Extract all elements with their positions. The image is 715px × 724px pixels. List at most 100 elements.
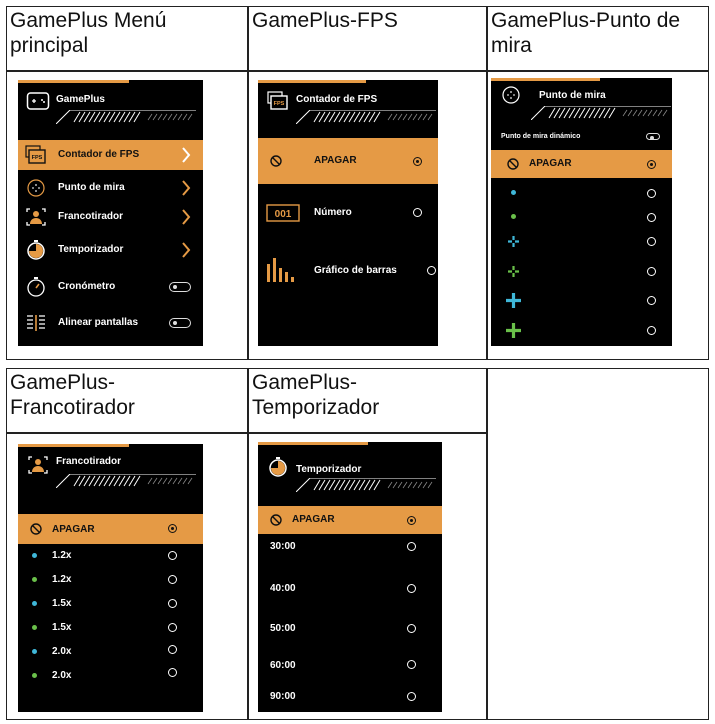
- timer-option[interactable]: 40:00: [258, 578, 442, 602]
- cyan-dot-icon: [32, 553, 37, 558]
- bar-graph-icon: [267, 258, 294, 282]
- option-label: 1.2x: [52, 550, 72, 561]
- sniper-option[interactable]: 1.2x: [18, 568, 203, 592]
- radio-selected[interactable]: [413, 157, 422, 166]
- fps-counter-icon: FPS: [267, 91, 288, 110]
- radio-unselected[interactable]: [647, 189, 656, 198]
- dynamic-crosshair-toggle[interactable]: [646, 133, 660, 140]
- timer-option[interactable]: 30:00: [258, 536, 442, 560]
- menu-item-crosshair[interactable]: Punto de mira: [18, 173, 203, 203]
- number-icon: 001: [266, 204, 300, 222]
- radio-selected[interactable]: [407, 516, 416, 525]
- cyan-large-cross-icon: [506, 293, 521, 308]
- timer-cell: GamePlus- Temporizador: [248, 368, 486, 432]
- off-icon: [30, 523, 42, 535]
- sniper-option[interactable]: 2.0x: [18, 640, 203, 664]
- green-dot-icon: [32, 625, 37, 630]
- crosshair-option-cyan-dot[interactable]: [491, 182, 672, 206]
- fps-caption: GamePlus-FPS: [252, 9, 398, 32]
- crosshair-option-cyan-large-cross[interactable]: [491, 288, 672, 314]
- radio-unselected[interactable]: [647, 213, 656, 222]
- sniper-option[interactable]: 1.5x: [18, 616, 203, 640]
- radio-unselected[interactable]: [407, 584, 416, 593]
- radio-unselected[interactable]: [168, 623, 177, 632]
- radio-unselected[interactable]: [168, 645, 177, 654]
- crosshair-option-off[interactable]: APAGAR: [491, 150, 672, 178]
- menu-item-label: Alinear pantallas: [58, 317, 139, 328]
- radio-selected[interactable]: [168, 524, 177, 533]
- chevron-right-icon: [182, 147, 191, 163]
- radio-selected[interactable]: [647, 160, 656, 169]
- radio-unselected[interactable]: [407, 660, 416, 669]
- crosshair-panel: Punto de mira Punto de mira dinámico APA…: [491, 78, 672, 346]
- stopwatch-toggle[interactable]: [169, 282, 191, 292]
- header-stripe: [296, 110, 436, 124]
- fps-option-bar-graph[interactable]: Gráfico de barras: [258, 256, 438, 286]
- panel-title: Temporizador: [296, 464, 362, 475]
- radio-unselected[interactable]: [168, 599, 177, 608]
- menu-item-sniper[interactable]: Francotirador: [18, 202, 203, 232]
- menu-item-timer[interactable]: Temporizador: [18, 235, 203, 265]
- option-label: 50:00: [270, 623, 296, 634]
- header-stripe: [56, 110, 196, 124]
- panel-header: Punto de mira: [491, 78, 672, 124]
- crosshair-caption: GamePlus-Punto de mira: [491, 9, 681, 57]
- sniper-caption: GamePlus- Francotirador: [10, 371, 135, 419]
- sniper-option[interactable]: 1.2x: [18, 544, 203, 568]
- off-icon: [507, 158, 519, 170]
- radio-unselected[interactable]: [407, 542, 416, 551]
- green-cross-icon: [508, 266, 519, 277]
- menu-item-fps-counter[interactable]: FPS Contador de FPS: [18, 140, 203, 170]
- off-icon: [270, 155, 282, 167]
- align-screens-toggle[interactable]: [169, 318, 191, 328]
- radio-unselected[interactable]: [407, 692, 416, 701]
- option-label: APAGAR: [292, 514, 335, 525]
- option-label: 40:00: [270, 583, 296, 594]
- radio-unselected[interactable]: [168, 668, 177, 677]
- radio-unselected[interactable]: [407, 624, 416, 633]
- menu-item-label: Francotirador: [58, 211, 124, 222]
- timer-option[interactable]: 60:00: [258, 654, 442, 678]
- crosshair-option-green-large-cross[interactable]: [491, 318, 672, 344]
- cyan-dot-icon: [511, 190, 516, 195]
- radio-unselected[interactable]: [168, 575, 177, 584]
- crosshair-option-green-small-cross[interactable]: [491, 260, 672, 284]
- option-label: APAGAR: [314, 155, 357, 166]
- timer-option[interactable]: 50:00: [258, 618, 442, 642]
- fps-option-off[interactable]: APAGAR: [258, 138, 438, 184]
- radio-unselected[interactable]: [168, 551, 177, 560]
- crosshair-option-cyan-small-cross[interactable]: [491, 230, 672, 254]
- dynamic-crosshair-row[interactable]: Punto de mira dinámico: [491, 128, 672, 148]
- option-label: Número: [314, 207, 352, 218]
- green-dot-icon: [511, 214, 516, 219]
- chevron-right-icon: [182, 209, 191, 225]
- sniper-option[interactable]: 2.0x: [18, 664, 203, 688]
- option-label: 2.0x: [52, 646, 72, 657]
- timer-icon: [27, 240, 45, 260]
- crosshair-icon: [27, 179, 45, 197]
- main-menu-panel: GamePlus FPS Contador de FPS Punto de mi…: [18, 80, 203, 346]
- crosshair-option-green-dot[interactable]: [491, 206, 672, 230]
- main-menu-caption: GamePlus Menú principal: [10, 9, 167, 57]
- sniper-option[interactable]: 1.5x: [18, 592, 203, 616]
- radio-unselected[interactable]: [427, 266, 436, 275]
- radio-unselected[interactable]: [647, 296, 656, 305]
- menu-item-stopwatch[interactable]: Cronómetro: [18, 272, 203, 302]
- option-label: 1.5x: [52, 622, 72, 633]
- radio-unselected[interactable]: [413, 208, 422, 217]
- cyan-dot-icon: [32, 601, 37, 606]
- svg-text:001: 001: [275, 209, 292, 220]
- cyan-cross-icon: [508, 236, 519, 247]
- radio-unselected[interactable]: [647, 326, 656, 335]
- radio-unselected[interactable]: [647, 267, 656, 276]
- sniper-option-off[interactable]: APAGAR: [18, 514, 203, 544]
- timer-option-off[interactable]: APAGAR: [258, 506, 442, 534]
- timer-option[interactable]: 90:00: [258, 686, 442, 710]
- menu-item-align-screens[interactable]: Alinear pantallas: [18, 308, 203, 338]
- fps-option-number[interactable]: 001 Número: [258, 198, 438, 228]
- option-label: 1.2x: [52, 574, 72, 585]
- crosshair-cell: GamePlus-Punto de mira: [487, 6, 709, 70]
- radio-unselected[interactable]: [647, 237, 656, 246]
- timer-panel: Temporizador APAGAR 30:00 40:00 50:00 60…: [258, 442, 442, 712]
- stopwatch-icon: [27, 277, 45, 297]
